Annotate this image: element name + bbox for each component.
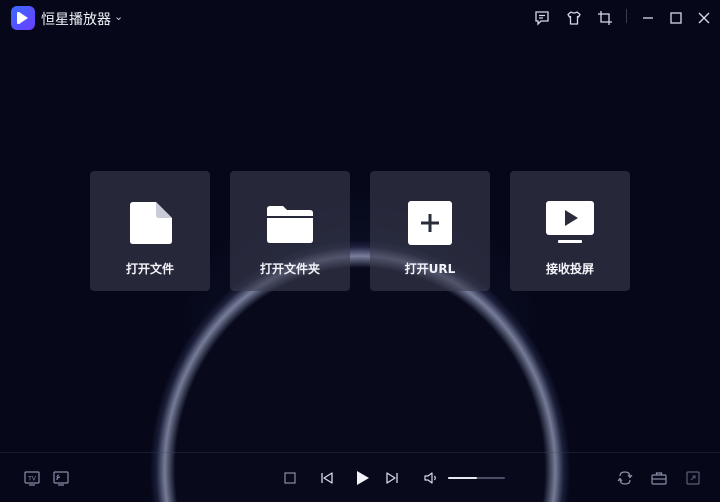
receive-cast-button[interactable]: 接收投屏 [510, 171, 630, 291]
tv-icon[interactable]: TV [23, 469, 41, 487]
receive-cast-label: 接收投屏 [545, 262, 594, 276]
open-folder-label: 打开文件夹 [259, 262, 320, 276]
crop-icon[interactable] [596, 9, 614, 27]
cast-icon[interactable] [52, 469, 70, 487]
volume-level [448, 477, 477, 479]
app-title[interactable]: 恒星播放器 [41, 9, 111, 29]
folder-icon [266, 199, 314, 247]
open-folder-button[interactable]: 打开文件夹 [230, 171, 350, 291]
toolbox-icon[interactable] [650, 469, 668, 487]
open-file-label: 打开文件 [125, 262, 174, 276]
loop-icon[interactable] [616, 469, 634, 487]
minimize-icon[interactable] [639, 9, 657, 27]
skin-icon[interactable] [565, 9, 583, 27]
add-url-icon [406, 199, 454, 247]
volume-slider[interactable] [448, 477, 505, 479]
open-url-label: 打开URL [404, 262, 456, 276]
player-window: 恒星播放器 ⌄ 打开文件 打开文件夹 打开URL 接收投屏 TV [0, 0, 720, 502]
fullscreen-icon[interactable] [684, 469, 702, 487]
chevron-down-icon[interactable]: ⌄ [114, 10, 123, 23]
play-icon[interactable] [352, 468, 372, 488]
close-icon[interactable] [695, 9, 713, 27]
app-logo-icon [11, 6, 35, 30]
titlebar-divider [626, 9, 627, 23]
stop-icon[interactable] [281, 469, 299, 487]
maximize-icon[interactable] [667, 9, 685, 27]
previous-icon[interactable] [318, 469, 336, 487]
svg-text:TV: TV [27, 476, 37, 483]
next-icon[interactable] [383, 469, 401, 487]
open-file-button[interactable]: 打开文件 [90, 171, 210, 291]
screen-cast-icon [546, 199, 594, 247]
volume-icon[interactable] [422, 469, 440, 487]
feedback-icon[interactable] [533, 9, 551, 27]
file-icon [126, 199, 174, 247]
open-url-button[interactable]: 打开URL [370, 171, 490, 291]
title-bar: 恒星播放器 ⌄ [0, 0, 720, 36]
control-bar-divider [0, 452, 720, 453]
